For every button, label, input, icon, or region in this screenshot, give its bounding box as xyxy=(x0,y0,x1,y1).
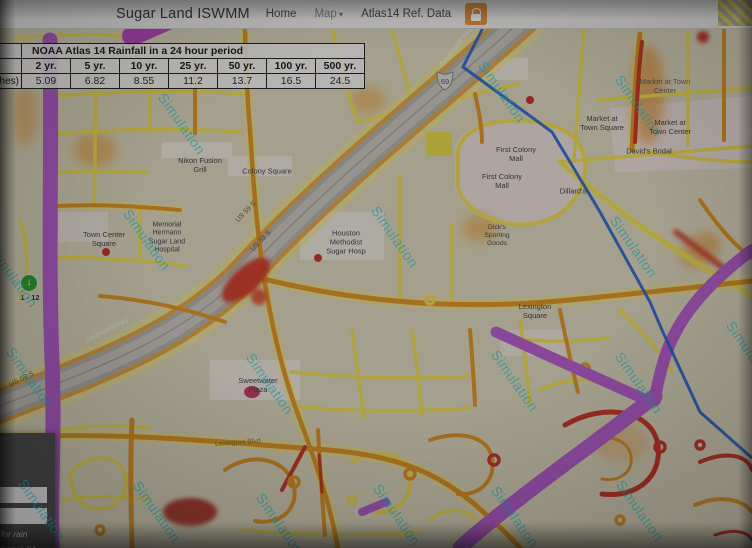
header-bar: Sugar Land ISWMM Home Map ▾ Atlas14 Ref. D… xyxy=(0,0,752,29)
table-col-header: 100 yr. xyxy=(267,59,316,74)
panel-note-line1: for rain xyxy=(1,529,55,539)
nav-item-atlas14-ref-data[interactable]: Atlas14 Ref. Data xyxy=(361,8,451,20)
page-title: Sugar Land ISWMM xyxy=(116,6,250,22)
table-col-header: 50 yr. xyxy=(218,59,267,74)
rainfall-table: NOAA Atlas 14 Rainfall in a 24 hour peri… xyxy=(0,43,365,89)
table-col-header: 5 yr. xyxy=(71,59,120,74)
nav-item-map[interactable]: Map ▾ xyxy=(314,8,343,20)
map-corner-hatch xyxy=(718,0,752,26)
station-marker[interactable]: ↓ xyxy=(20,274,38,292)
lock-icon xyxy=(472,8,481,14)
rainfall-row-label: (inches) xyxy=(0,74,22,89)
shield-label: 69 xyxy=(441,77,449,86)
table-value: 11.2 xyxy=(169,74,218,89)
panel-note-line2: ches in 24 xyxy=(0,544,55,548)
lock-button[interactable] xyxy=(465,3,487,25)
rainfall-table-title: NOAA Atlas 14 Rainfall in a 24 hour peri… xyxy=(22,44,365,59)
table-value: 16.5 xyxy=(267,74,316,89)
table-value: 5.09 xyxy=(22,74,71,89)
chevron-down-icon: ▾ xyxy=(337,10,343,19)
header-nav: Home Map ▾ Atlas14 Ref. Data xyxy=(266,8,451,20)
down-arrow-icon: ↓ xyxy=(27,278,32,288)
table-value: 8.55 xyxy=(120,74,169,89)
rainfall-input-panel: for rain ches in 24 xyxy=(0,433,55,548)
table-col-header: 2 yr. xyxy=(22,59,71,74)
station-marker-label: 1 - 12 xyxy=(8,293,52,302)
table-col-header: 500 yr. xyxy=(316,59,365,74)
table-value: 13.7 xyxy=(218,74,267,89)
table-value: 24.5 xyxy=(316,74,365,89)
panel-input-2[interactable] xyxy=(0,508,47,524)
panel-input-1[interactable] xyxy=(0,487,47,503)
app-window: 69 Nikon Fusion GrillColony SquareMemori… xyxy=(0,0,752,548)
nav-item-home[interactable]: Home xyxy=(266,8,297,20)
table-value: 6.82 xyxy=(71,74,120,89)
table-col-header: 10 yr. xyxy=(120,59,169,74)
table-col-header: 25 yr. xyxy=(169,59,218,74)
